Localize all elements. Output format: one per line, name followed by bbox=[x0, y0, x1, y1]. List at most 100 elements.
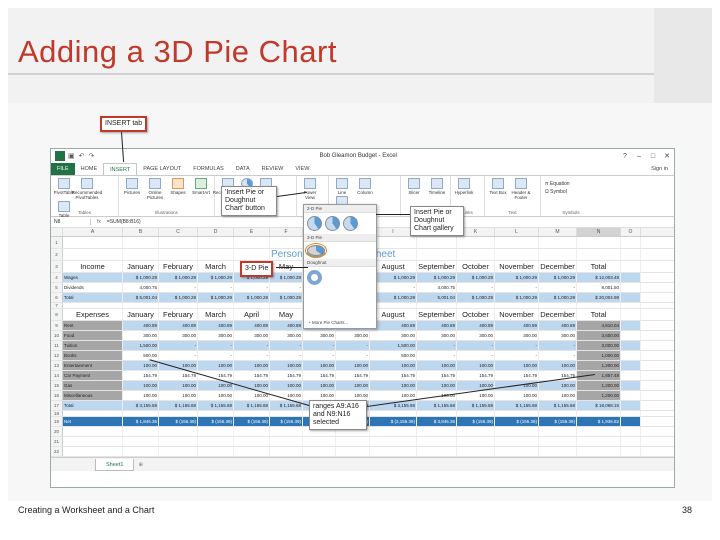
row-header[interactable]: 5 bbox=[51, 283, 63, 292]
cell[interactable]: - bbox=[198, 341, 234, 350]
sheet-title[interactable]: Personal Budget Worksheet bbox=[270, 249, 395, 260]
cell[interactable]: 300.00 bbox=[159, 331, 198, 340]
cell[interactable]: 3,000.00 bbox=[577, 341, 621, 350]
cell[interactable]: 300.00 bbox=[234, 331, 270, 340]
cell[interactable] bbox=[621, 437, 641, 446]
column-header[interactable]: N bbox=[577, 228, 621, 236]
cell[interactable] bbox=[495, 303, 539, 308]
cell[interactable]: 154.79 bbox=[336, 371, 370, 380]
cell[interactable] bbox=[336, 437, 370, 446]
cell[interactable]: $ 18,068.16 bbox=[577, 401, 621, 410]
cell[interactable] bbox=[417, 249, 457, 260]
cell[interactable]: 100.00 bbox=[123, 381, 159, 390]
column-header[interactable]: A bbox=[63, 228, 123, 236]
slicer-button[interactable]: Slicer bbox=[403, 178, 425, 195]
cell[interactable] bbox=[234, 427, 270, 436]
cell[interactable] bbox=[577, 411, 621, 416]
cell[interactable]: 8,001.50 bbox=[577, 283, 621, 292]
cell[interactable] bbox=[539, 249, 577, 260]
cell[interactable] bbox=[123, 437, 159, 446]
cell[interactable] bbox=[621, 381, 641, 390]
cell[interactable]: February bbox=[159, 309, 198, 320]
cell[interactable]: $ 1,000.29 bbox=[270, 293, 303, 302]
cell[interactable]: - bbox=[457, 341, 495, 350]
column-header[interactable]: F bbox=[270, 228, 303, 236]
cell[interactable] bbox=[198, 303, 234, 308]
cell[interactable]: January bbox=[123, 309, 159, 320]
row-header[interactable]: 3 bbox=[51, 261, 63, 272]
cell[interactable] bbox=[539, 427, 577, 436]
cell[interactable]: Total bbox=[577, 261, 621, 272]
tab-file[interactable]: FILE bbox=[51, 163, 75, 175]
cell[interactable]: 100.00 bbox=[336, 391, 370, 400]
cell[interactable] bbox=[457, 427, 495, 436]
cell[interactable]: $ (2,155.39) bbox=[370, 417, 417, 426]
cell[interactable]: $ 1,000.29 bbox=[370, 293, 417, 302]
cell[interactable] bbox=[539, 411, 577, 416]
cell[interactable] bbox=[577, 237, 621, 248]
cell[interactable] bbox=[370, 447, 417, 456]
cell[interactable] bbox=[457, 447, 495, 456]
cell[interactable]: August bbox=[370, 261, 417, 272]
bar-of-pie-icon[interactable] bbox=[343, 216, 358, 231]
cell[interactable] bbox=[621, 447, 641, 456]
cell[interactable]: $ 1,000.29 bbox=[270, 273, 303, 282]
cell[interactable]: $ 3,155.68 bbox=[123, 401, 159, 410]
cell[interactable]: 100.00 bbox=[123, 361, 159, 370]
maximize-icon[interactable]: □ bbox=[646, 153, 660, 160]
cell[interactable]: - bbox=[270, 351, 303, 360]
cell[interactable] bbox=[63, 411, 123, 416]
cell[interactable]: Miscellaneous bbox=[63, 391, 123, 400]
cell[interactable]: $ (155.39) bbox=[159, 417, 198, 426]
cell[interactable]: November bbox=[495, 261, 539, 272]
cell[interactable]: $ 1,000.29 bbox=[539, 293, 577, 302]
redo-icon[interactable]: ↷ bbox=[89, 152, 95, 160]
cell[interactable]: $ (155.39) bbox=[234, 417, 270, 426]
cell[interactable] bbox=[621, 341, 641, 350]
cell[interactable] bbox=[539, 237, 577, 248]
cell[interactable] bbox=[336, 447, 370, 456]
column-header[interactable]: L bbox=[495, 228, 539, 236]
cell[interactable] bbox=[159, 249, 198, 260]
column-header[interactable]: C bbox=[159, 228, 198, 236]
row-header[interactable]: 16 bbox=[51, 391, 63, 400]
tab-view[interactable]: VIEW bbox=[289, 163, 315, 175]
cell[interactable] bbox=[577, 447, 621, 456]
cell[interactable]: 500.00 bbox=[370, 351, 417, 360]
sign-in-link[interactable]: Sign in bbox=[651, 166, 674, 172]
cell[interactable]: $ 1,000.29 bbox=[123, 273, 159, 282]
cell[interactable]: $ 1,000.29 bbox=[198, 293, 234, 302]
cell[interactable]: 1,500.00 bbox=[370, 341, 417, 350]
cell[interactable]: 4,810.04 bbox=[577, 321, 621, 330]
cell[interactable] bbox=[621, 237, 641, 248]
cell[interactable] bbox=[270, 427, 303, 436]
cell[interactable] bbox=[495, 447, 539, 456]
cell[interactable]: - bbox=[539, 283, 577, 292]
cell[interactable]: 100.00 bbox=[370, 381, 417, 390]
cell[interactable] bbox=[621, 261, 641, 272]
row-header[interactable]: 17 bbox=[51, 401, 63, 410]
cell[interactable] bbox=[63, 427, 123, 436]
cell[interactable]: Net bbox=[63, 417, 123, 426]
shapes-button[interactable]: Shapes bbox=[167, 178, 189, 200]
cell[interactable] bbox=[123, 303, 159, 308]
cell[interactable]: - bbox=[336, 351, 370, 360]
name-box[interactable]: N8 bbox=[51, 219, 91, 225]
cell[interactable]: Tuition bbox=[63, 341, 123, 350]
close-icon[interactable]: ✕ bbox=[660, 152, 674, 160]
cell[interactable]: 100.00 bbox=[417, 381, 457, 390]
cell[interactable]: - bbox=[234, 351, 270, 360]
cell[interactable]: 300.00 bbox=[336, 331, 370, 340]
sparkline-column-button[interactable]: Column bbox=[354, 178, 376, 195]
cell[interactable]: $ 1,000.29 bbox=[159, 273, 198, 282]
cell[interactable]: 300.00 bbox=[417, 331, 457, 340]
row-header[interactable]: 14 bbox=[51, 371, 63, 380]
cell[interactable]: Gas bbox=[63, 381, 123, 390]
cell[interactable]: $ (155.39) bbox=[495, 417, 539, 426]
cell[interactable]: September bbox=[417, 309, 457, 320]
cell[interactable]: $ (155.39) bbox=[539, 417, 577, 426]
cell[interactable] bbox=[370, 427, 417, 436]
cell[interactable]: May bbox=[270, 309, 303, 320]
cell[interactable]: $ 1,000.29 bbox=[370, 273, 417, 282]
cell[interactable]: 5,001.04 bbox=[417, 293, 457, 302]
